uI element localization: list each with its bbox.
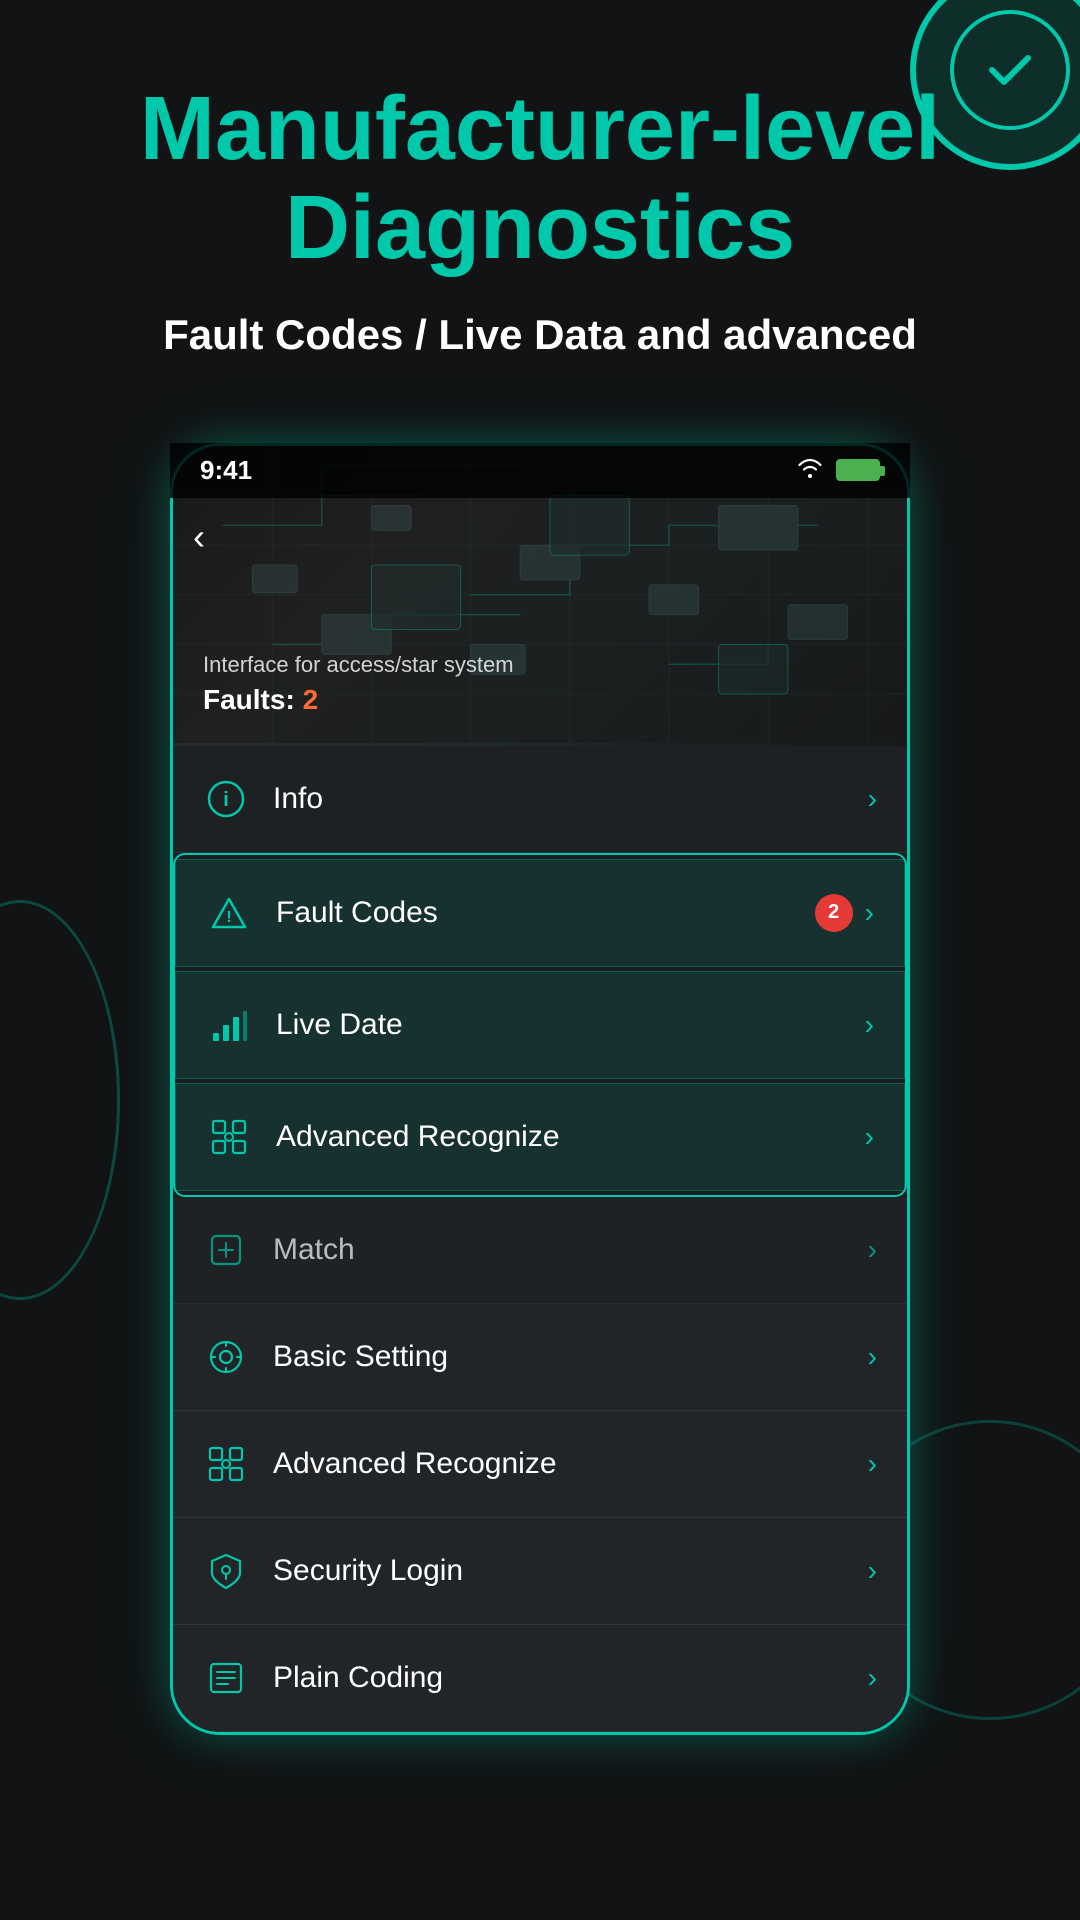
menu-item-info[interactable]: i Info › — [173, 746, 907, 853]
basic-setting-icon — [203, 1334, 249, 1380]
security-login-icon — [203, 1548, 249, 1594]
menu-item-fault-codes[interactable]: ! Fault Codes 2 › — [175, 859, 905, 967]
battery-icon — [836, 459, 880, 481]
fault-codes-label: Fault Codes — [276, 896, 815, 930]
fault-codes-icon: ! — [206, 890, 252, 936]
menu-item-live-date[interactable]: Live Date › — [175, 971, 905, 1079]
security-login-label: Security Login — [273, 1554, 868, 1588]
advanced-recognize-chevron: › — [868, 1448, 877, 1480]
phone-mockup: 9:41 — [170, 443, 910, 1735]
plain-coding-label: Plain Coding — [273, 1661, 868, 1695]
menu-item-security-login[interactable]: Security Login › — [173, 1518, 907, 1625]
faults-display: Faults: 2 — [203, 684, 514, 716]
menu-item-plain-coding[interactable]: Plain Coding › — [173, 1625, 907, 1732]
plain-coding-chevron: › — [868, 1662, 877, 1694]
svg-text:i: i — [223, 789, 229, 811]
match-label: Match — [273, 1233, 868, 1267]
highlighted-menu-group: ! Fault Codes 2 › — [173, 853, 907, 1197]
info-chevron: › — [868, 783, 877, 815]
advanced-recognize-top-icon — [206, 1114, 252, 1160]
main-title: Manufacturer-level Diagnostics — [60, 80, 1020, 278]
info-label: Info — [273, 782, 868, 816]
plain-coding-icon — [203, 1655, 249, 1701]
status-time: 9:41 — [200, 455, 252, 486]
interface-subtitle: Interface for access/star system — [203, 652, 514, 678]
fault-codes-chevron: › — [865, 897, 874, 929]
security-login-chevron: › — [868, 1555, 877, 1587]
status-bar: 9:41 — [170, 443, 910, 498]
menu-item-basic-setting[interactable]: Basic Setting › — [173, 1304, 907, 1411]
header-section: Manufacturer-level Diagnostics Fault Cod… — [0, 0, 1080, 403]
menu-item-match[interactable]: Match › — [173, 1197, 907, 1304]
advanced-recognize-top-label: Advanced Recognize — [276, 1120, 865, 1154]
advanced-recognize-icon — [203, 1441, 249, 1487]
basic-setting-label: Basic Setting — [273, 1340, 868, 1374]
live-date-chevron: › — [865, 1009, 874, 1041]
match-chevron: › — [868, 1234, 877, 1266]
menu-item-advanced-recognize[interactable]: Advanced Recognize › — [173, 1411, 907, 1518]
back-button[interactable]: ‹ — [193, 516, 205, 558]
status-icons — [796, 456, 880, 484]
phone-frame: 9:41 — [170, 443, 910, 1735]
live-date-icon — [206, 1002, 252, 1048]
menu-list: i Info › ! Fault Codes 2 — [173, 746, 907, 1732]
wifi-icon — [796, 456, 824, 484]
live-date-label: Live Date — [276, 1008, 865, 1042]
svg-text:!: ! — [226, 909, 231, 926]
advanced-recognize-label: Advanced Recognize — [273, 1447, 868, 1481]
circuit-text-area: Interface for access/star system Faults:… — [203, 652, 514, 716]
basic-setting-chevron: › — [868, 1341, 877, 1373]
sub-title: Fault Codes / Live Data and advanced — [60, 308, 1020, 363]
fault-codes-badge: 2 — [815, 894, 853, 932]
match-icon — [203, 1227, 249, 1273]
menu-item-advanced-recognize-top[interactable]: Advanced Recognize › — [175, 1083, 905, 1191]
advanced-recognize-top-chevron: › — [865, 1121, 874, 1153]
info-icon: i — [203, 776, 249, 822]
